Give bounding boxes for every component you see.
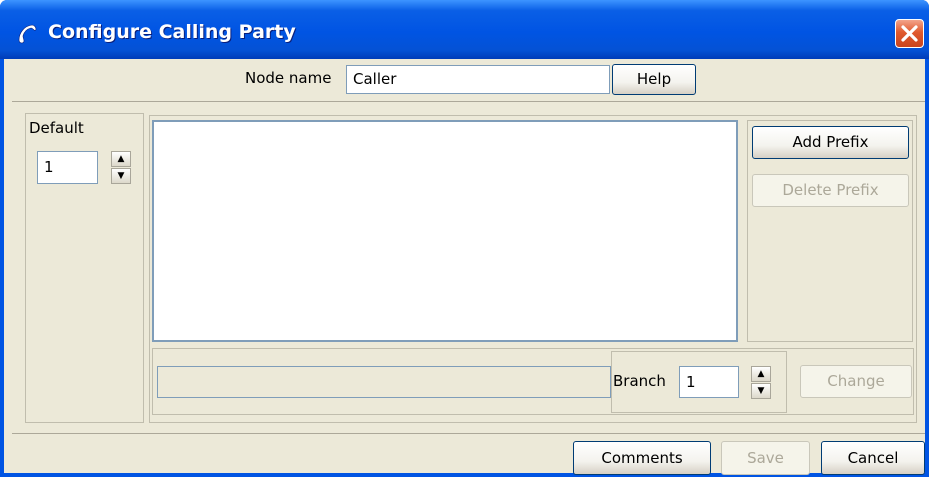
window-title: Configure Calling Party <box>48 21 296 43</box>
change-button[interactable]: Change <box>800 365 912 398</box>
spin-down-icon: ▼ <box>117 171 125 181</box>
spin-up-icon: ▲ <box>757 369 765 379</box>
default-spin-up-button[interactable]: ▲ <box>111 151 131 167</box>
branch-prefix-field[interactable] <box>157 366 611 398</box>
add-prefix-button[interactable]: Add Prefix <box>752 126 909 159</box>
help-button[interactable]: Help <box>612 64 696 95</box>
comments-button[interactable]: Comments <box>573 441 711 475</box>
branch-label: Branch <box>613 372 666 390</box>
close-button[interactable] <box>895 19 924 48</box>
node-name-label: Node name <box>245 69 332 87</box>
branch-spin-up-button[interactable]: ▲ <box>751 366 771 382</box>
footer-divider <box>12 433 925 434</box>
branch-value-input[interactable]: 1 <box>679 366 739 398</box>
cancel-button[interactable]: Cancel <box>821 441 925 475</box>
phone-handset-icon <box>18 24 37 44</box>
close-icon <box>901 25 918 42</box>
default-spin-down-button[interactable]: ▼ <box>111 168 131 184</box>
default-value-input[interactable]: 1 <box>37 151 98 184</box>
node-name-input[interactable]: Caller <box>346 65 610 94</box>
delete-prefix-button[interactable]: Delete Prefix <box>752 174 909 207</box>
prefix-list[interactable] <box>152 120 738 342</box>
branch-spin-down-button[interactable]: ▼ <box>751 383 771 399</box>
spin-down-icon: ▼ <box>757 386 765 396</box>
spin-up-icon: ▲ <box>117 154 125 164</box>
save-button[interactable]: Save <box>721 441 810 475</box>
default-label: Default <box>29 119 84 137</box>
